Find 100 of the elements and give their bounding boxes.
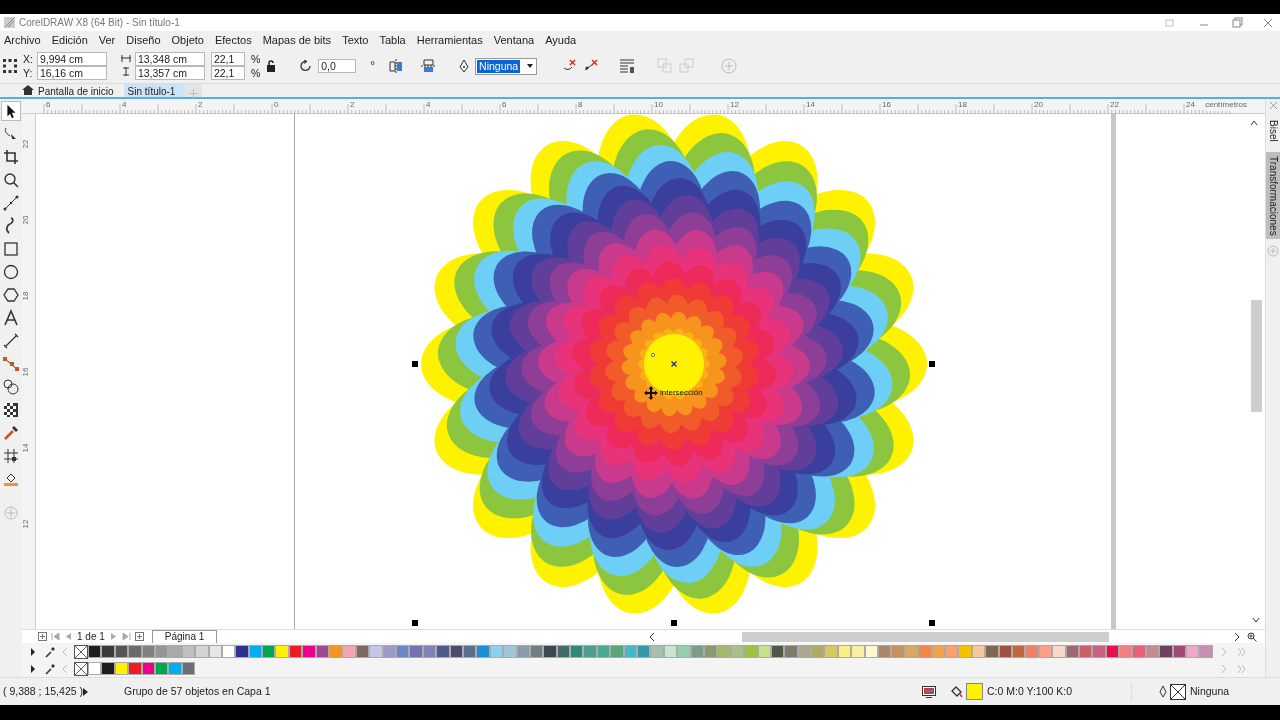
document-tab[interactable]: Sin título-1: [123, 84, 186, 97]
last-page-icon[interactable]: [121, 632, 131, 641]
transparency-tool-icon[interactable]: [1, 400, 21, 420]
color-swatch[interactable]: [1025, 645, 1039, 658]
maximize-icon[interactable]: [1232, 16, 1244, 29]
menu-item[interactable]: Edición: [47, 31, 95, 49]
color-swatch[interactable]: [302, 645, 316, 658]
color-swatch[interactable]: [409, 645, 423, 658]
color-swatch[interactable]: [824, 645, 838, 658]
interactive-fill-icon[interactable]: [1, 446, 21, 466]
color-swatch[interactable]: [891, 645, 905, 658]
rectangle-tool-icon[interactable]: [1, 239, 21, 259]
color-swatch[interactable]: [101, 662, 115, 675]
next-page-icon[interactable]: [109, 632, 118, 641]
menu-item[interactable]: Ver: [94, 31, 123, 49]
color-swatch[interactable]: [1092, 645, 1106, 658]
rotation-field[interactable]: 0,0: [318, 59, 357, 73]
scroll-down-icon[interactable]: [1251, 615, 1261, 624]
zoom-icon[interactable]: [1247, 631, 1257, 642]
width-field[interactable]: 13,348 cm: [134, 52, 205, 66]
color-swatch[interactable]: [262, 645, 276, 658]
color-swatch[interactable]: [1052, 645, 1066, 658]
scale-x-field[interactable]: 22,1: [210, 52, 245, 66]
scale-y-field[interactable]: 22,1: [210, 66, 245, 80]
eyedropper-icon[interactable]: [44, 662, 56, 675]
color-swatch[interactable]: [784, 645, 798, 658]
object-origin-icon[interactable]: [3, 59, 17, 73]
first-page-icon[interactable]: [51, 632, 60, 641]
color-swatch[interactable]: [570, 645, 584, 658]
add-tool-icon[interactable]: [4, 506, 18, 521]
drawing-canvas[interactable]: intersección: [36, 114, 1249, 629]
eyedropper-icon[interactable]: [44, 645, 56, 658]
color-swatch[interactable]: [851, 645, 865, 658]
menu-item[interactable]: Herramientas: [412, 31, 490, 49]
polygon-tool-icon[interactable]: [1, 285, 21, 305]
blend-tool-icon[interactable]: [1, 377, 21, 397]
color-swatch[interactable]: [436, 645, 450, 658]
ellipse-tool-icon[interactable]: [1, 262, 21, 282]
color-swatch[interactable]: [1132, 645, 1146, 658]
x-field[interactable]: 9,994 cm: [36, 52, 107, 66]
add-page-icon[interactable]: [38, 632, 47, 641]
menu-item[interactable]: Diseño: [122, 31, 168, 49]
color-swatch[interactable]: [918, 645, 932, 658]
more-icon[interactable]: [1237, 646, 1247, 657]
color-swatch[interactable]: [101, 645, 115, 658]
expand-arrow-icon[interactable]: [83, 687, 88, 696]
fill-bucket-icon[interactable]: [950, 685, 963, 698]
add-icon[interactable]: [721, 58, 738, 74]
color-swatch[interactable]: [329, 645, 343, 658]
selection-handle[interactable]: [929, 361, 935, 367]
color-swatch[interactable]: [235, 645, 249, 658]
docker-tab[interactable]: Transformaciones: [1265, 151, 1280, 240]
add-page-icon[interactable]: [134, 632, 144, 641]
color-swatch[interactable]: [88, 662, 102, 675]
y-field[interactable]: 16,16 cm: [36, 66, 107, 80]
no-color-swatch[interactable]: [74, 644, 88, 659]
to-front-icon[interactable]: [657, 58, 674, 74]
color-swatch[interactable]: [128, 645, 142, 658]
color-swatch[interactable]: [637, 645, 651, 658]
color-swatch[interactable]: [168, 645, 182, 658]
outline-dropdown[interactable]: Ninguna: [475, 57, 538, 75]
color-swatch[interactable]: [1199, 645, 1213, 658]
menu-item[interactable]: Mapas de bits: [258, 31, 339, 49]
scroll-right-icon[interactable]: [1233, 631, 1241, 642]
color-swatch[interactable]: [958, 645, 972, 658]
color-swatch[interactable]: [275, 645, 289, 658]
color-swatch[interactable]: [650, 645, 664, 658]
color-swatch[interactable]: [128, 662, 142, 675]
close-icon[interactable]: [1262, 16, 1274, 29]
height-field[interactable]: 13,357 cm: [134, 66, 205, 80]
previous-page-icon[interactable]: [64, 632, 72, 641]
connector-tool-icon[interactable]: [1, 354, 21, 374]
mirror-horizontal-icon[interactable]: [389, 59, 404, 73]
freehand-tool-icon[interactable]: [1, 193, 21, 213]
vertical-scrollbar-thumb[interactable]: [1251, 300, 1262, 412]
color-swatch[interactable]: [1186, 645, 1200, 658]
color-swatch[interactable]: [1119, 645, 1133, 658]
color-swatch[interactable]: [1159, 645, 1173, 658]
caret-icon[interactable]: [525, 62, 536, 70]
to-back-icon[interactable]: [679, 58, 696, 74]
crop-tool-icon[interactable]: [1, 147, 21, 167]
selection-handle[interactable]: [412, 361, 418, 367]
color-swatch[interactable]: [369, 645, 383, 658]
selection-handle[interactable]: [671, 620, 677, 626]
color-swatch[interactable]: [195, 645, 209, 658]
menu-item[interactable]: Archivo: [0, 31, 48, 49]
color-swatch[interactable]: [503, 645, 517, 658]
color-swatch[interactable]: [583, 645, 597, 658]
menu-item[interactable]: Efectos: [210, 31, 259, 49]
zoom-tool-icon[interactable]: [1, 170, 21, 190]
scroll-left-icon[interactable]: [648, 631, 656, 642]
color-swatch[interactable]: [717, 645, 731, 658]
menu-item[interactable]: Ventana: [489, 31, 542, 49]
menu-item[interactable]: Ayuda: [541, 31, 584, 49]
color-swatch[interactable]: [677, 645, 691, 658]
docker-tab[interactable]: Bisel: [1265, 116, 1280, 146]
color-swatch[interactable]: [985, 645, 999, 658]
color-swatch[interactable]: [811, 645, 825, 658]
lock-icon[interactable]: [266, 60, 277, 72]
new-tab-icon[interactable]: [188, 86, 200, 100]
